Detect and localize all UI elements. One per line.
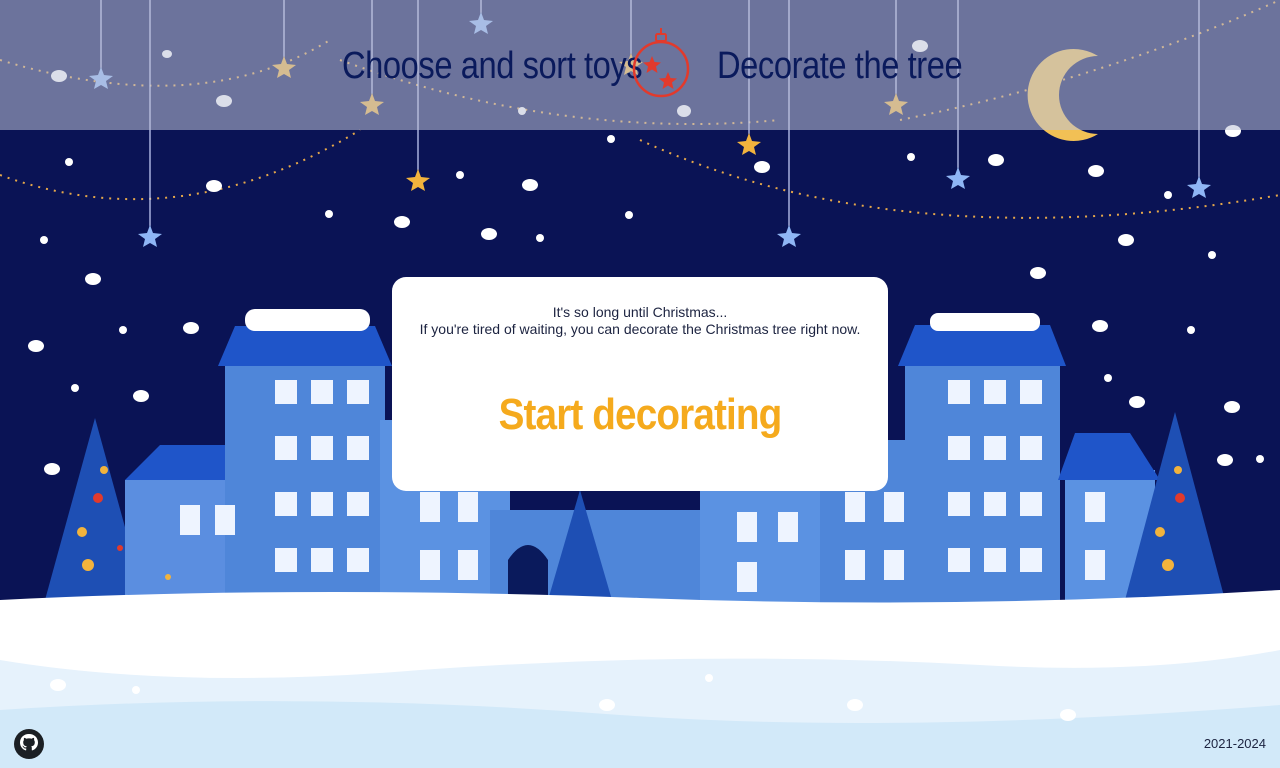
nav-decorate-tree-link[interactable]: Decorate the tree xyxy=(717,42,963,90)
github-icon[interactable] xyxy=(13,728,45,760)
ornament-logo-icon[interactable] xyxy=(630,26,692,100)
nav-choose-toys-link[interactable]: Choose and sort toys xyxy=(342,42,643,90)
welcome-message-line-2: If you're tired of waiting, you can deco… xyxy=(419,321,861,337)
start-decorating-button[interactable]: Start decorating xyxy=(422,390,858,440)
welcome-message-line-1: It's so long until Christmas... xyxy=(552,304,728,320)
copyright-years: 2021-2024 xyxy=(1203,736,1266,751)
welcome-modal: It's so long until Christmas... If you'r… xyxy=(392,277,888,491)
